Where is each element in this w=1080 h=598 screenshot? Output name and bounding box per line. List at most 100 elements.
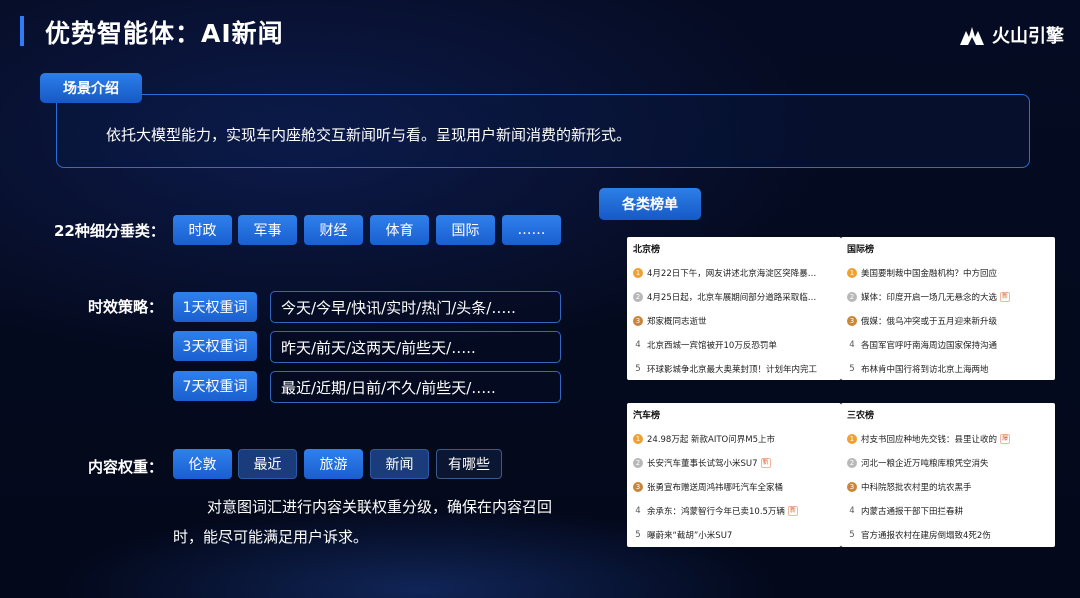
item-text: 各国军官呼吁南海周边国家保持沟通	[861, 341, 998, 351]
item-text: 河北一粮企近万吨粮库粮凭空消失	[861, 459, 989, 469]
scene-description: 依托大模型能力，实现车内座舱交互新闻听与看。呈现用户新闻消费的新形式。	[106, 126, 632, 144]
item-text: 郑家概同志逝世	[647, 317, 707, 327]
rank-number: 5	[849, 364, 855, 374]
card-title: 北京榜	[633, 245, 661, 255]
item-text: 张勇宣布赠送周鸿祎哪吒汽车全家桶	[647, 483, 784, 493]
brand-logo: 火山引擎	[960, 22, 1064, 48]
item-text: 媒体：印度开启一场几无悬念的大选	[861, 293, 998, 303]
ranking-item[interactable]: 1 4月22日下午，网友讲述北京海淀区突降暴…	[633, 261, 835, 285]
category-chip[interactable]: 军事	[238, 215, 297, 245]
strategy-tag-1day[interactable]: 1天权重词	[173, 292, 257, 322]
item-text: 中科院怒批农村里的坑农黑手	[861, 483, 972, 493]
ranking-item[interactable]: 5 布林肯中国行将到访北京上海两地	[847, 357, 1049, 381]
ranking-item[interactable]: 4 内蒙古通报干部下田拦春耕	[847, 499, 1049, 523]
page-title: 优势智能体：AI新闻	[45, 19, 284, 48]
ranking-item[interactable]: 1 24.98万起 新款AITO问界M5上市	[633, 427, 835, 451]
card-title: 三农榜	[847, 411, 875, 421]
rank-badge: 2	[633, 292, 643, 302]
ranking-item[interactable]: 5 曝蔚来“截胡”小米SU7	[633, 523, 835, 547]
ranking-item[interactable]: 2 长安汽车董事长试驾小米SU7 新	[633, 451, 835, 475]
item-text: 村支书回应种地先交钱：县里让收的	[861, 435, 998, 445]
rank-number: 5	[635, 364, 641, 374]
ranking-item[interactable]: 3 张勇宣布赠送周鸿祎哪吒汽车全家桶	[633, 475, 835, 499]
ranking-item[interactable]: 3 郑家概同志逝世	[633, 309, 835, 333]
ranking-item[interactable]: 4 余承东：鸿蒙智行今年已卖10.5万辆新	[633, 499, 835, 523]
category-chip[interactable]: 体育	[370, 215, 429, 245]
ranking-card-international: 国际榜 1 美国要制裁中国金融机构？中方回应 2 媒体：印度开启一场几无悬念的大选新…	[841, 237, 1055, 380]
item-text: 内蒙古通报干部下田拦春耕	[861, 507, 964, 517]
item-text: 美国要制裁中国金融机构？中方回应	[861, 269, 998, 279]
category-chip[interactable]: 财经	[304, 215, 363, 245]
ranking-item[interactable]: 3 中科院怒批农村里的坑农黑手	[847, 475, 1049, 499]
ranking-item[interactable]: 4 北京西城一宾馆被开10万反恐罚单	[633, 333, 835, 357]
weight-description: 对意图词汇进行内容关联权重分级，确保在内容召回时，能尽可能满足用户诉求。	[173, 498, 553, 546]
weight-chip[interactable]: 旅游	[304, 449, 363, 479]
rank-badge: 3	[633, 482, 643, 492]
category-chip-more[interactable]: ……	[502, 215, 561, 245]
rank-badge: 2	[847, 292, 857, 302]
rankings-tag: 各类榜单	[599, 188, 701, 220]
new-tag: 新	[760, 458, 771, 468]
rank-number: 4	[635, 506, 641, 516]
ranking-card-agriculture: 三农榜 1 村支书回应种地先交钱：县里让收的爆 2 河北一粮企近万吨粮库粮凭空消失 …	[841, 403, 1055, 547]
strategy-words-7day: 最近/近期/日前/不久/前些天/…..	[270, 371, 561, 403]
item-text: 余承东：鸿蒙智行今年已卖10.5万辆	[647, 507, 785, 517]
logo-text: 火山引擎	[992, 26, 1064, 47]
rank-badge: 3	[847, 316, 857, 326]
rank-badge: 3	[633, 316, 643, 326]
card-title: 国际榜	[847, 245, 875, 255]
weight-label: 内容权重：	[88, 458, 164, 476]
ranking-item[interactable]: 2 4月25日起，北京车展期间部分道路采取临…	[633, 285, 835, 309]
ranking-item[interactable]: 2 河北一粮企近万吨粮库粮凭空消失	[847, 451, 1049, 475]
ranking-item[interactable]: 2 媒体：印度开启一场几无悬念的大选新	[847, 285, 1049, 309]
ranking-item[interactable]: 1 美国要制裁中国金融机构？中方回应	[847, 261, 1049, 285]
new-tag: 新	[1000, 292, 1011, 302]
item-text: 曝蔚来“截胡”小米SU7	[647, 531, 733, 541]
hot-tag: 爆	[1000, 434, 1011, 444]
ranking-card-auto: 汽车榜 1 24.98万起 新款AITO问界M5上市 2 长安汽车董事长试驾小米SU…	[627, 403, 841, 547]
rank-number: 5	[849, 530, 855, 540]
strategy-label: 时效策略：	[88, 298, 164, 316]
weight-chip[interactable]: 伦敦	[173, 449, 232, 479]
ranking-card-beijing: 北京榜 1 4月22日下午，网友讲述北京海淀区突降暴… 2 4月25日起，北京车展期…	[627, 237, 841, 380]
category-chip[interactable]: 国际	[436, 215, 495, 245]
rank-badge: 1	[847, 268, 857, 278]
weight-chip[interactable]: 有哪些	[436, 449, 502, 479]
categories-label: 22种细分垂类：	[54, 222, 165, 240]
item-text: 4月25日起，北京车展期间部分道路采取临…	[647, 293, 817, 303]
rank-badge: 2	[633, 458, 643, 468]
category-chip[interactable]: 时政	[173, 215, 232, 245]
strategy-tag-3day[interactable]: 3天权重词	[173, 331, 257, 361]
item-text: 俄媒：俄乌冲突或于五月迎来新升级	[861, 317, 998, 327]
ranking-item[interactable]: 1 村支书回应种地先交钱：县里让收的爆	[847, 427, 1049, 451]
item-text: 官方通报农村在建房倒塌致4死2伤	[861, 531, 991, 541]
strategy-tag-7day[interactable]: 7天权重词	[173, 371, 257, 401]
item-text: 北京西城一宾馆被开10万反恐罚单	[647, 341, 777, 351]
strategy-words-3day: 昨天/前天/这两天/前些天/…..	[270, 331, 561, 363]
rank-badge: 3	[847, 482, 857, 492]
weight-chip[interactable]: 新闻	[370, 449, 429, 479]
item-text: 布林肯中国行将到访北京上海两地	[861, 365, 989, 375]
rank-number: 4	[635, 340, 641, 350]
item-text: 24.98万起 新款AITO问界M5上市	[647, 435, 775, 445]
item-text: 环球影城争北京最大奥莱封顶！计划年内完工	[647, 365, 818, 375]
weight-chip[interactable]: 最近	[238, 449, 297, 479]
new-tag: 新	[787, 506, 798, 516]
rank-number: 4	[849, 506, 855, 516]
item-text: 4月22日下午，网友讲述北京海淀区突降暴…	[647, 269, 817, 279]
ranking-item[interactable]: 5 官方通报农村在建房倒塌致4死2伤	[847, 523, 1049, 547]
rank-number: 5	[635, 530, 641, 540]
rank-badge: 1	[633, 434, 643, 444]
volcano-logo-icon	[960, 27, 984, 45]
scene-tag: 场景介绍	[40, 73, 142, 103]
rank-badge: 1	[633, 268, 643, 278]
rank-badge: 2	[847, 458, 857, 468]
rank-badge: 1	[847, 434, 857, 444]
ranking-item[interactable]: 3 俄媒：俄乌冲突或于五月迎来新升级	[847, 309, 1049, 333]
strategy-words-1day: 今天/今早/快讯/实时/热门/头条/…..	[270, 291, 561, 323]
rank-number: 4	[849, 340, 855, 350]
ranking-item[interactable]: 5 环球影城争北京最大奥莱封顶！计划年内完工	[633, 357, 835, 381]
item-text: 长安汽车董事长试驾小米SU7	[647, 459, 758, 469]
title-accent-bar	[20, 16, 24, 46]
ranking-item[interactable]: 4 各国军官呼吁南海周边国家保持沟通	[847, 333, 1049, 357]
